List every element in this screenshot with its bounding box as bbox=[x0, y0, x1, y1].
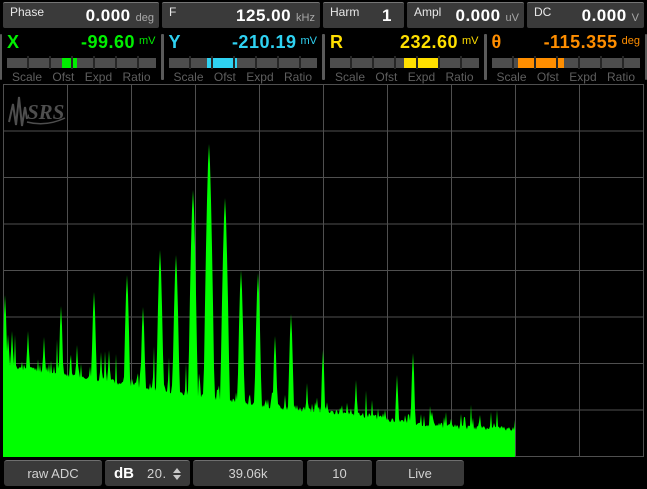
harmonic-label: Harm bbox=[330, 5, 359, 19]
channel-y-ratio-button[interactable]: Ratio bbox=[284, 70, 312, 84]
channel-x-ratio-button[interactable]: Ratio bbox=[122, 70, 150, 84]
meter-ticks bbox=[492, 56, 641, 69]
readout-row: Phase 0.000 deg F 125.00 kHz Harm 1 Ampl 0… bbox=[3, 2, 644, 28]
bottom-toolbar: raw ADC dB 20. 39.06k 10 Live bbox=[0, 457, 647, 489]
channel-y-ofst-button[interactable]: Ofst bbox=[214, 70, 236, 84]
db-spinner[interactable] bbox=[173, 468, 181, 480]
channel-x: X -99.60 mV Scale Ofst Expd Ratio bbox=[2, 30, 161, 84]
db-scale-button[interactable]: dB 20. bbox=[105, 460, 190, 486]
dc-unit: V bbox=[632, 12, 639, 24]
meter-ticks bbox=[7, 56, 156, 69]
phase-unit: deg bbox=[136, 12, 154, 24]
channel-r: R 232.60 mV Scale Ofst Expd Ratio bbox=[325, 30, 484, 84]
spinner-up-icon[interactable] bbox=[173, 468, 181, 473]
span-button[interactable]: 39.06k bbox=[193, 460, 303, 486]
db-unit-label: dB bbox=[114, 465, 134, 482]
phase-value: 0.000 bbox=[86, 6, 131, 26]
instrument-screen: Phase 0.000 deg F 125.00 kHz Harm 1 Ampl 0… bbox=[0, 0, 647, 489]
channel-theta-value: -115.355 bbox=[544, 32, 618, 53]
channel-x-scale-button[interactable]: Scale bbox=[12, 70, 42, 84]
average-count-button[interactable]: 10 bbox=[307, 460, 372, 486]
amplitude-unit: uV bbox=[506, 12, 519, 24]
channel-theta-meter bbox=[492, 58, 641, 68]
channel-theta-name: θ bbox=[492, 32, 502, 53]
channel-r-meter bbox=[330, 58, 479, 68]
channel-x-name: X bbox=[7, 32, 19, 53]
channel-y: Y -210.19 mV Scale Ofst Expd Ratio bbox=[164, 30, 323, 84]
channel-theta-expd-button[interactable]: Expd bbox=[569, 70, 596, 84]
channel-theta-ofst-button[interactable]: Ofst bbox=[537, 70, 559, 84]
channel-y-readout: Y -210.19 mV bbox=[169, 32, 318, 55]
channel-r-ratio-button[interactable]: Ratio bbox=[445, 70, 473, 84]
dc-value: 0.000 bbox=[582, 6, 627, 26]
channel-x-ofst-button[interactable]: Ofst bbox=[52, 70, 74, 84]
spinner-down-icon[interactable] bbox=[173, 475, 181, 480]
readout-amplitude[interactable]: Ampl 0.000 uV bbox=[407, 2, 524, 28]
channel-r-value: 232.60 bbox=[400, 32, 458, 53]
harmonic-value: 1 bbox=[382, 6, 392, 26]
readout-harmonic[interactable]: Harm 1 bbox=[323, 2, 404, 28]
channel-r-readout: R 232.60 mV bbox=[330, 32, 479, 55]
frequency-value: 125.00 bbox=[236, 6, 291, 26]
channel-y-expd-button[interactable]: Expd bbox=[246, 70, 273, 84]
channel-x-unit: mV bbox=[139, 35, 156, 47]
amplitude-label: Ampl bbox=[414, 5, 441, 19]
dc-label: DC bbox=[534, 5, 551, 19]
channel-y-scale-button[interactable]: Scale bbox=[174, 70, 204, 84]
channel-r-scale-button[interactable]: Scale bbox=[335, 70, 365, 84]
meter-ticks bbox=[330, 56, 479, 69]
channel-r-name: R bbox=[330, 32, 343, 53]
input-source-button[interactable]: raw ADC bbox=[4, 460, 102, 486]
channel-y-name: Y bbox=[169, 32, 181, 53]
channel-theta-ratio-button[interactable]: Ratio bbox=[607, 70, 635, 84]
frequency-unit: kHz bbox=[296, 12, 315, 24]
channel-theta-unit: deg bbox=[622, 35, 640, 47]
channel-y-unit: mV bbox=[301, 35, 318, 47]
readout-phase[interactable]: Phase 0.000 deg bbox=[3, 2, 159, 28]
channel-row: X -99.60 mV Scale Ofst Expd Ratio Y -210… bbox=[0, 30, 647, 84]
live-mode-button[interactable]: Live bbox=[376, 460, 464, 486]
meter-ticks bbox=[169, 56, 318, 69]
spectrum-display: SRS bbox=[0, 84, 647, 457]
channel-theta-scale-button[interactable]: Scale bbox=[497, 70, 527, 84]
channel-x-value: -99.60 bbox=[81, 32, 135, 53]
channel-x-expd-button[interactable]: Expd bbox=[85, 70, 112, 84]
srs-logo: SRS bbox=[6, 92, 68, 130]
channel-r-ofst-button[interactable]: Ofst bbox=[375, 70, 397, 84]
frequency-label: F bbox=[169, 5, 176, 19]
db-per-div-value: 20. bbox=[147, 466, 167, 481]
readout-dc-offset[interactable]: DC 0.000 V bbox=[527, 2, 644, 28]
amplitude-value: 0.000 bbox=[455, 6, 500, 26]
channel-theta-readout: θ -115.355 deg bbox=[492, 32, 641, 55]
channel-r-expd-button[interactable]: Expd bbox=[408, 70, 435, 84]
channel-r-unit: mV bbox=[462, 35, 479, 47]
channel-x-meter bbox=[7, 58, 156, 68]
channel-x-readout: X -99.60 mV bbox=[7, 32, 156, 55]
channel-y-meter bbox=[169, 58, 318, 68]
phase-label: Phase bbox=[10, 5, 44, 19]
channel-y-value: -210.19 bbox=[232, 32, 297, 53]
readout-frequency[interactable]: F 125.00 kHz bbox=[162, 2, 320, 28]
channel-theta: θ -115.355 deg Scale Ofst Expd Ratio bbox=[487, 30, 646, 84]
spectrum-plot bbox=[0, 84, 647, 457]
